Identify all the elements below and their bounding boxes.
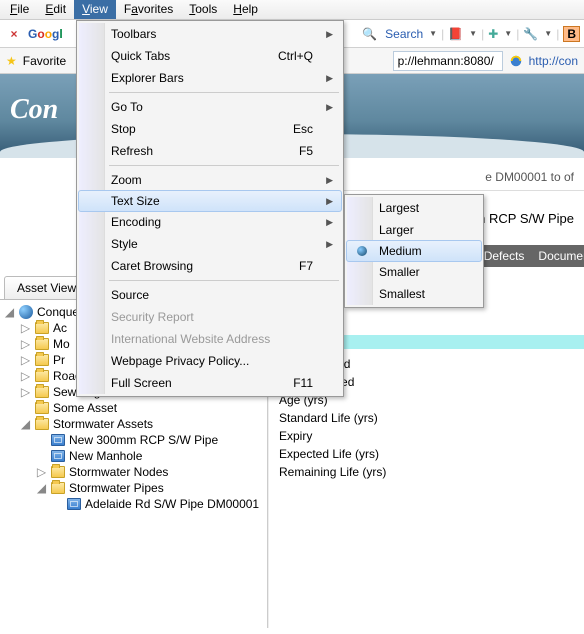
tree-item[interactable]: New Manhole bbox=[4, 448, 265, 464]
search-label[interactable]: Search bbox=[385, 27, 423, 41]
url-field-2[interactable]: http://con bbox=[529, 54, 578, 68]
chevron-right-icon: ▶ bbox=[326, 102, 333, 113]
field-label: Standard Life (yrs) bbox=[279, 409, 574, 427]
collapse-icon[interactable]: ◢ bbox=[20, 419, 31, 430]
textsize-medium[interactable]: Medium bbox=[346, 240, 482, 262]
menu-favorites[interactable]: Favorites bbox=[116, 0, 181, 19]
expand-icon[interactable]: ▷ bbox=[20, 339, 31, 350]
chevron-right-icon: ▶ bbox=[326, 239, 333, 250]
field-label: Remaining Life (yrs) bbox=[279, 463, 574, 481]
favorites-label[interactable]: Favorite bbox=[23, 54, 66, 68]
menu-goto[interactable]: Go To▶ bbox=[79, 96, 341, 118]
chevron-right-icon: ▶ bbox=[326, 175, 333, 186]
menu-security-report: Security Report bbox=[79, 306, 341, 328]
menu-view[interactable]: View bbox=[74, 0, 116, 19]
field-label: Expected Life (yrs) bbox=[279, 445, 574, 463]
chevron-right-icon: ▶ bbox=[326, 196, 333, 207]
star-icon[interactable]: ★ bbox=[6, 54, 17, 68]
chevron-right-icon: ▶ bbox=[326, 217, 333, 228]
collapse-icon[interactable]: ◢ bbox=[4, 307, 15, 318]
tab-documents[interactable]: Documen bbox=[538, 249, 584, 263]
textsize-smaller[interactable]: Smaller bbox=[347, 261, 481, 283]
tree-item[interactable]: ▷Stormwater Nodes bbox=[4, 464, 265, 480]
ie-icon bbox=[509, 54, 523, 68]
menu-encoding[interactable]: Encoding▶ bbox=[79, 211, 341, 233]
radio-selected-icon bbox=[357, 246, 367, 256]
textsize-largest[interactable]: Largest bbox=[347, 197, 481, 219]
folder-icon bbox=[35, 402, 49, 414]
asset-icon bbox=[51, 434, 65, 446]
search-icon[interactable]: 🔍 bbox=[362, 27, 377, 41]
menu-text-size[interactable]: Text Size▶ bbox=[78, 190, 342, 212]
menu-quick-tabs[interactable]: Quick TabsCtrl+Q bbox=[79, 45, 341, 67]
menu-separator bbox=[109, 92, 339, 93]
folder-icon bbox=[35, 322, 49, 334]
menu-source[interactable]: Source bbox=[79, 284, 341, 306]
chevron-right-icon: ▶ bbox=[326, 29, 333, 40]
expand-icon[interactable]: ▷ bbox=[20, 371, 31, 382]
tree-item[interactable]: New 300mm RCP S/W Pipe bbox=[4, 432, 265, 448]
asset-icon bbox=[51, 450, 65, 462]
field-label: Expiry bbox=[279, 427, 574, 445]
book-icon[interactable]: 📕 bbox=[448, 27, 463, 41]
folder-icon bbox=[51, 482, 65, 494]
folder-icon bbox=[35, 354, 49, 366]
folder-icon bbox=[35, 386, 49, 398]
folder-icon bbox=[51, 466, 65, 478]
tree-item-selected[interactable]: Adelaide Rd S/W Pipe DM00001 bbox=[4, 496, 265, 512]
menu-intl-address: International Website Address bbox=[79, 328, 341, 350]
chevron-down-icon[interactable]: ▼ bbox=[429, 29, 437, 38]
menu-tools[interactable]: Tools bbox=[181, 0, 225, 19]
textsize-smallest[interactable]: Smallest bbox=[347, 283, 481, 305]
menu-separator bbox=[109, 165, 339, 166]
b-button[interactable]: B bbox=[563, 26, 580, 42]
tree-item-stormwater[interactable]: ◢Stormwater Assets bbox=[4, 416, 265, 432]
expand-icon[interactable]: ▷ bbox=[20, 387, 31, 398]
menubar: File Edit View Favorites Tools Help bbox=[0, 0, 584, 20]
folder-icon bbox=[35, 338, 49, 350]
tab-defects[interactable]: Defects bbox=[484, 249, 525, 263]
tree-item-pipes[interactable]: ◢Stormwater Pipes bbox=[4, 480, 265, 496]
wrench-icon[interactable]: 🔧 bbox=[523, 27, 538, 41]
menu-privacy-policy[interactable]: Webpage Privacy Policy... bbox=[79, 350, 341, 372]
menu-refresh[interactable]: RefreshF5 bbox=[79, 140, 341, 162]
expand-icon[interactable]: ▷ bbox=[36, 467, 47, 478]
menu-caret-browsing[interactable]: Caret BrowsingF7 bbox=[79, 255, 341, 277]
google-logo: Googl bbox=[28, 27, 63, 41]
menu-edit[interactable]: Edit bbox=[37, 0, 74, 19]
url-field-1[interactable]: p://lehmann:8080/ bbox=[393, 51, 503, 71]
globe-icon bbox=[19, 305, 33, 319]
menu-help[interactable]: Help bbox=[225, 0, 266, 19]
menu-style[interactable]: Style▶ bbox=[79, 233, 341, 255]
menu-zoom[interactable]: Zoom▶ bbox=[79, 169, 341, 191]
plus-icon[interactable]: ✚ bbox=[488, 27, 498, 41]
text-size-submenu: Largest Larger Medium Smaller Smallest bbox=[344, 194, 484, 308]
expand-icon[interactable]: ▷ bbox=[20, 355, 31, 366]
collapse-icon[interactable]: ◢ bbox=[36, 483, 47, 494]
menu-toolbars[interactable]: Toolbars▶ bbox=[79, 23, 341, 45]
tree-item[interactable]: Some Asset bbox=[4, 400, 265, 416]
menu-stop[interactable]: StopEsc bbox=[79, 118, 341, 140]
menu-separator bbox=[109, 280, 339, 281]
expand-icon[interactable]: ▷ bbox=[20, 323, 31, 334]
folder-icon bbox=[35, 370, 49, 382]
asset-icon bbox=[67, 498, 81, 510]
textsize-larger[interactable]: Larger bbox=[347, 219, 481, 241]
menu-full-screen[interactable]: Full ScreenF11 bbox=[79, 372, 341, 394]
menu-explorer-bars[interactable]: Explorer Bars▶ bbox=[79, 67, 341, 89]
folder-icon bbox=[35, 418, 49, 430]
close-tab-button[interactable]: × bbox=[4, 24, 24, 44]
chevron-right-icon: ▶ bbox=[326, 73, 333, 84]
menu-file[interactable]: File bbox=[2, 0, 37, 19]
view-menu: Toolbars▶ Quick TabsCtrl+Q Explorer Bars… bbox=[76, 20, 344, 397]
